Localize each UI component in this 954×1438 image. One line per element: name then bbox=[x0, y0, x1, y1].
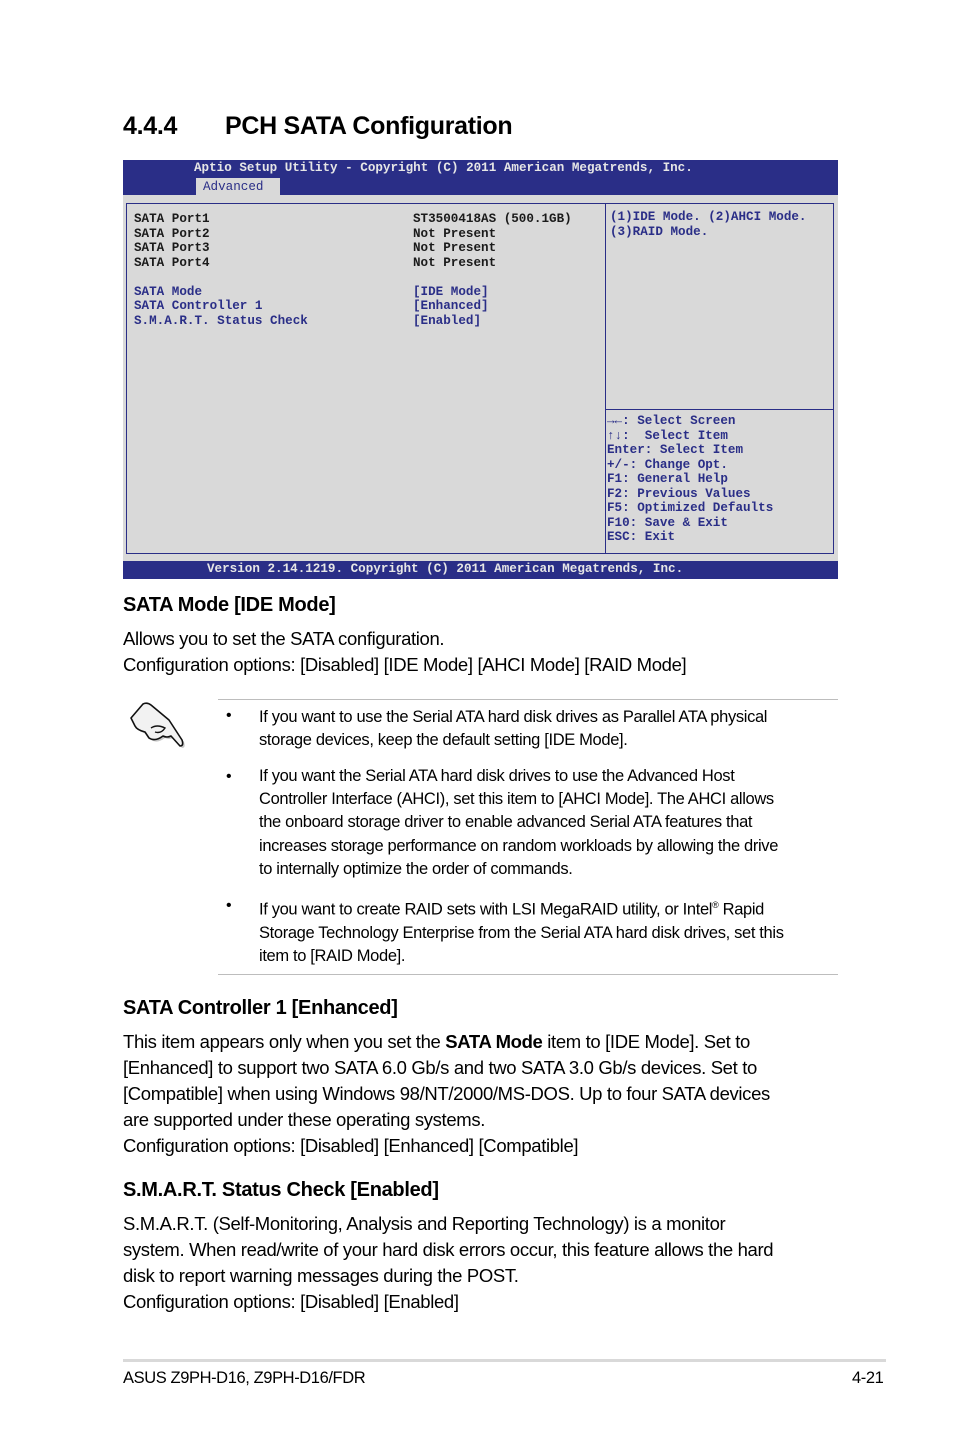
bios-version-text: Version 2.14.1219. Copyright (C) 2011 Am… bbox=[207, 562, 684, 576]
key-help-f10: F10: Save & Exit bbox=[607, 515, 728, 530]
note-line: to internally optimize the order of comm… bbox=[259, 859, 573, 878]
bios-title-bar: Aptio Setup Utility - Copyright (C) 2011… bbox=[123, 160, 838, 195]
tab-advanced[interactable]: Advanced bbox=[196, 178, 280, 195]
setting-smart-label[interactable]: S.M.A.R.T. Status Check bbox=[134, 314, 308, 329]
note-item-ahci: If you want the Serial ATA hard disk dri… bbox=[259, 765, 844, 881]
note-text: Rapid bbox=[718, 900, 765, 919]
setting-sata-controller-value[interactable]: [Enhanced] bbox=[413, 299, 489, 314]
section-number: 4.4.4 bbox=[123, 112, 178, 140]
paragraph-line: system. When read/write of your hard dis… bbox=[123, 1239, 774, 1260]
pointing-hand-icon bbox=[125, 700, 187, 752]
note-line: Storage Technology Enterprise from the S… bbox=[259, 923, 784, 942]
setting-smart-value[interactable]: [Enabled] bbox=[413, 314, 481, 329]
bios-content-frame: SATA Port1 ST3500418AS (500.1GB) SATA Po… bbox=[126, 203, 834, 554]
port-value: Not Present bbox=[413, 241, 497, 255]
sata-mode-options: Configuration options: [Disabled] [IDE M… bbox=[123, 654, 687, 675]
port-label: SATA Port3 bbox=[134, 241, 210, 255]
bios-help-divider bbox=[605, 409, 834, 410]
note-top-rule bbox=[218, 699, 838, 700]
note-line: If you want the Serial ATA hard disk dri… bbox=[259, 767, 735, 785]
port-value: ST3500418AS (500.1GB) bbox=[413, 212, 572, 226]
key-help-select-item: ↑↓: Select Item bbox=[607, 428, 728, 443]
note-line: If you want to use the Serial ATA hard d… bbox=[259, 708, 768, 726]
port-label: SATA Port4 bbox=[134, 255, 210, 270]
footer-product: ASUS Z9PH-D16, Z9PH-D16/FDR bbox=[123, 1369, 366, 1387]
help-text-line: (3)RAID Mode. bbox=[610, 224, 709, 239]
paragraph-line: [Compatible] when using Windows 98/NT/20… bbox=[123, 1083, 770, 1104]
key-help-f2: F2: Previous Values bbox=[607, 486, 751, 501]
smart-body: S.M.A.R.T. (Self-Monitoring, Analysis an… bbox=[123, 1211, 843, 1315]
bios-title-text: Aptio Setup Utility - Copyright (C) 2011… bbox=[194, 161, 693, 175]
paragraph-line: This item appears only when you set the … bbox=[123, 1029, 843, 1055]
key-help-enter: Enter: Select Item bbox=[607, 443, 744, 457]
port-label: SATA Port2 bbox=[134, 226, 210, 241]
paragraph-line: Configuration options: [Disabled] [Enhan… bbox=[123, 1135, 579, 1156]
paragraph-line: [Enhanced] to support two SATA 6.0 Gb/s … bbox=[123, 1057, 757, 1078]
paragraph-line: disk to report warning messages during t… bbox=[123, 1265, 519, 1286]
sata-controller-body: This item appears only when you set the … bbox=[123, 1029, 843, 1159]
text: item to [IDE Mode]. Set to bbox=[542, 1031, 750, 1052]
note-bullet: • bbox=[226, 707, 232, 724]
section-title: PCH SATA Configuration bbox=[225, 112, 513, 140]
sata-controller-heading: SATA Controller 1 [Enhanced] bbox=[123, 997, 398, 1019]
setting-sata-controller-label[interactable]: SATA Controller 1 bbox=[134, 299, 262, 314]
setting-sata-mode-label[interactable]: SATA Mode bbox=[134, 285, 202, 300]
note-line: If you want to create RAID sets with LSI… bbox=[259, 894, 844, 922]
footer-page-number: 4-21 bbox=[852, 1369, 884, 1387]
note-bottom-rule bbox=[218, 974, 838, 975]
key-help-select-screen: →←: Select Screen bbox=[607, 414, 736, 428]
paragraph-line: Configuration options: [Disabled] [Enabl… bbox=[123, 1291, 459, 1312]
sata-mode-heading: SATA Mode [IDE Mode] bbox=[123, 594, 336, 616]
note-line: the onboard storage driver to enable adv… bbox=[259, 813, 753, 832]
text: This item appears only when you set the bbox=[123, 1031, 446, 1052]
bold-term: SATA Mode bbox=[445, 1031, 543, 1052]
sata-mode-description: Allows you to set the SATA configuration… bbox=[123, 628, 445, 649]
bios-version-bar: Version 2.14.1219. Copyright (C) 2011 Am… bbox=[123, 561, 838, 579]
bios-vertical-divider bbox=[605, 204, 606, 553]
note-item-raid: If you want to create RAID sets with LSI… bbox=[259, 894, 844, 968]
setting-sata-mode-value[interactable]: [IDE Mode] bbox=[413, 285, 489, 300]
note-line: item to [RAID Mode]. bbox=[259, 946, 406, 965]
note-text: If you want to create RAID sets with LSI… bbox=[259, 900, 713, 919]
paragraph-line: are supported under these operating syst… bbox=[123, 1109, 486, 1130]
help-text-line: (1)IDE Mode. (2)AHCI Mode. bbox=[610, 210, 807, 224]
footer-rule bbox=[123, 1359, 886, 1362]
port-value: Not Present bbox=[413, 255, 497, 270]
port-label: SATA Port1 bbox=[134, 212, 210, 226]
paragraph-line: S.M.A.R.T. (Self-Monitoring, Analysis an… bbox=[123, 1213, 726, 1234]
smart-heading: S.M.A.R.T. Status Check [Enabled] bbox=[123, 1179, 439, 1201]
note-line: Controller Interface (AHCI), set this it… bbox=[259, 790, 774, 809]
note-item-ide: If you want to use the Serial ATA hard d… bbox=[259, 706, 844, 752]
note-bullet: • bbox=[226, 897, 232, 914]
key-help-f5: F5: Optimized Defaults bbox=[607, 501, 774, 515]
key-help-change-opt: +/-: Change Opt. bbox=[607, 457, 728, 472]
note-bullet: • bbox=[226, 768, 232, 785]
bios-screen: Aptio Setup Utility - Copyright (C) 2011… bbox=[123, 160, 838, 579]
note-line: increases storage performance on random … bbox=[259, 836, 779, 855]
note-line: storage devices, keep the default settin… bbox=[259, 731, 628, 750]
port-value: Not Present bbox=[413, 226, 497, 241]
key-help-f1: F1: General Help bbox=[607, 472, 728, 486]
key-help-esc: ESC: Exit bbox=[607, 530, 676, 544]
